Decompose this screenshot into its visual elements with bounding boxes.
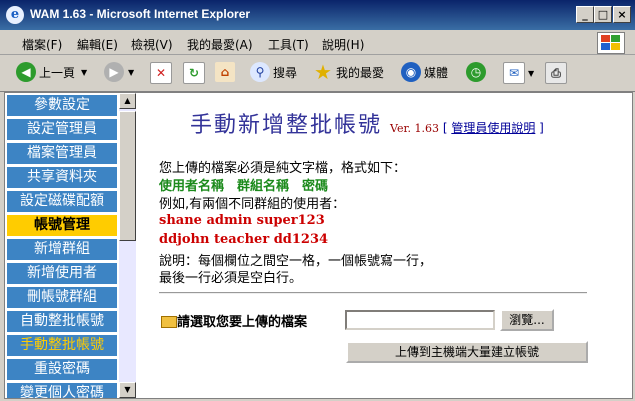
minimize-button[interactable]: _ bbox=[576, 6, 594, 23]
sidebar-item-delete-accounts[interactable]: 刪帳號群組 bbox=[7, 287, 117, 308]
refresh-button[interactable]: ↻ bbox=[183, 62, 205, 84]
media-label: 媒體 bbox=[424, 65, 449, 80]
forward-button[interactable]: ▶ ▼ bbox=[104, 62, 134, 84]
intro-text: 您上傳的檔案必須是純文字檔，格式如下： bbox=[159, 161, 407, 176]
windows-logo-icon bbox=[597, 32, 625, 54]
back-arrow-icon: ◀ bbox=[16, 62, 36, 82]
scroll-down-icon[interactable]: ▼ bbox=[119, 382, 136, 398]
sidebar-item-file-manager[interactable]: 檔案管理員 bbox=[7, 143, 117, 164]
example-intro-text: 例如,有兩個不同群組的使用者： bbox=[159, 197, 346, 212]
mail-button[interactable]: ✉ ▼ bbox=[503, 62, 534, 84]
example-line-2: ddjohn teacher dd1234 bbox=[159, 232, 329, 247]
mail-icon: ✉ bbox=[503, 62, 525, 84]
favorites-label: 我的最愛 bbox=[336, 65, 385, 80]
close-button[interactable]: × bbox=[613, 6, 631, 23]
scroll-thumb[interactable] bbox=[119, 111, 136, 241]
star-icon: ★ bbox=[314, 60, 332, 84]
sidebar-item-parameters[interactable]: 參數設定 bbox=[7, 95, 117, 116]
page-heading: 手動新增整批帳號 Ver. 1.63 [ 管理員使用說明 ] bbox=[190, 107, 544, 139]
window-title: WAM 1.63 - Microsoft Internet Explorer bbox=[30, 7, 251, 21]
help-bracket-open: [ bbox=[439, 121, 452, 135]
back-button[interactable]: ◀ 上一頁 ▼ bbox=[16, 62, 87, 84]
sidebar-item-change-password[interactable]: 變更個人密碼 bbox=[7, 383, 117, 398]
toolbar: ◀ 上一頁 ▼ ▶ ▼ ✕ ↻ ⌂ ⚲ 搜尋 ★ 我的最愛 ◉ 媒體 ◷ ✉ ▼ ⎙ bbox=[0, 55, 635, 92]
media-button[interactable]: ◉ 媒體 bbox=[401, 62, 448, 84]
sidebar: 參數設定 設定管理員 檔案管理員 共享資料夾 設定磁碟配額 帳號管理 新增群組 … bbox=[5, 93, 120, 398]
browse-button[interactable]: 瀏覽... bbox=[500, 309, 554, 331]
file-path-input[interactable] bbox=[345, 310, 495, 330]
back-label: 上一頁 bbox=[39, 65, 76, 80]
maximize-button[interactable]: □ bbox=[594, 6, 612, 23]
favorites-button[interactable]: ★ 我的最愛 bbox=[313, 62, 384, 84]
sidebar-item-auto-batch[interactable]: 自動整批帳號 bbox=[7, 311, 117, 332]
admin-help-link[interactable]: 管理員使用說明 bbox=[451, 121, 535, 135]
upload-label: 請選取您要上傳的檔案 bbox=[177, 315, 308, 330]
search-label: 搜尋 bbox=[273, 65, 298, 80]
refresh-icon: ↻ bbox=[183, 62, 205, 84]
format-text: 使用者名稱 群組名稱 密碼 bbox=[159, 179, 329, 194]
help-bracket-close: ] bbox=[535, 121, 544, 135]
search-icon: ⚲ bbox=[250, 62, 270, 82]
sidebar-scrollbar[interactable]: ▲ ▼ bbox=[119, 93, 136, 398]
print-button[interactable]: ⎙ bbox=[545, 62, 567, 84]
printer-icon: ⎙ bbox=[545, 62, 567, 84]
menu-favorites[interactable]: 我的最愛(A) bbox=[187, 36, 253, 53]
scroll-up-icon[interactable]: ▲ bbox=[119, 93, 136, 109]
folder-icon bbox=[161, 316, 177, 328]
stop-button[interactable]: ✕ bbox=[150, 62, 172, 84]
search-button[interactable]: ⚲ 搜尋 bbox=[250, 62, 297, 84]
sidebar-item-disk-quota[interactable]: 設定磁碟配額 bbox=[7, 191, 117, 212]
ie-logo-icon: e bbox=[6, 6, 24, 24]
history-icon: ◷ bbox=[466, 62, 486, 82]
menu-view[interactable]: 檢視(V) bbox=[131, 36, 173, 53]
sidebar-item-add-user[interactable]: 新增使用者 bbox=[7, 263, 117, 284]
window-titlebar: e WAM 1.63 - Microsoft Internet Explorer… bbox=[0, 0, 635, 30]
history-button[interactable]: ◷ bbox=[466, 62, 486, 84]
media-globe-icon: ◉ bbox=[401, 62, 421, 82]
sidebar-item-account-management[interactable]: 帳號管理 bbox=[7, 215, 117, 236]
sidebar-item-admins[interactable]: 設定管理員 bbox=[7, 119, 117, 140]
menu-help[interactable]: 說明(H) bbox=[322, 36, 364, 53]
example-line-1: shane admin super123 bbox=[159, 213, 325, 228]
page-title: 手動新增整批帳號 bbox=[190, 113, 383, 138]
note-line-2: 最後一行必須是空白行。 bbox=[159, 271, 303, 286]
divider bbox=[159, 292, 587, 294]
sidebar-item-manual-batch[interactable]: 手動整批帳號 bbox=[7, 335, 117, 356]
main-panel: 手動新增整批帳號 Ver. 1.63 [ 管理員使用說明 ] 您上傳的檔案必須是純… bbox=[136, 93, 632, 398]
menu-tools[interactable]: 工具(T) bbox=[268, 36, 309, 53]
menu-file[interactable]: 檔案(F) bbox=[22, 36, 62, 53]
sidebar-item-reset-password[interactable]: 重設密碼 bbox=[7, 359, 117, 380]
menu-bar: 檔案(F) 編輯(E) 檢視(V) 我的最愛(A) 工具(T) 說明(H) bbox=[0, 30, 635, 55]
menu-edit[interactable]: 編輯(E) bbox=[77, 36, 118, 53]
sidebar-item-shared-folders[interactable]: 共享資料夾 bbox=[7, 167, 117, 188]
home-button[interactable]: ⌂ bbox=[215, 62, 235, 84]
sidebar-item-add-group[interactable]: 新增群組 bbox=[7, 239, 117, 260]
browser-content: 參數設定 設定管理員 檔案管理員 共享資料夾 設定磁碟配額 帳號管理 新增群組 … bbox=[4, 92, 633, 399]
version-label: Ver. 1.63 bbox=[390, 122, 439, 135]
forward-arrow-icon: ▶ bbox=[104, 62, 124, 82]
upload-submit-button[interactable]: 上傳到主機端大量建立帳號 bbox=[346, 341, 588, 363]
stop-icon: ✕ bbox=[150, 62, 172, 84]
home-icon: ⌂ bbox=[215, 62, 235, 82]
